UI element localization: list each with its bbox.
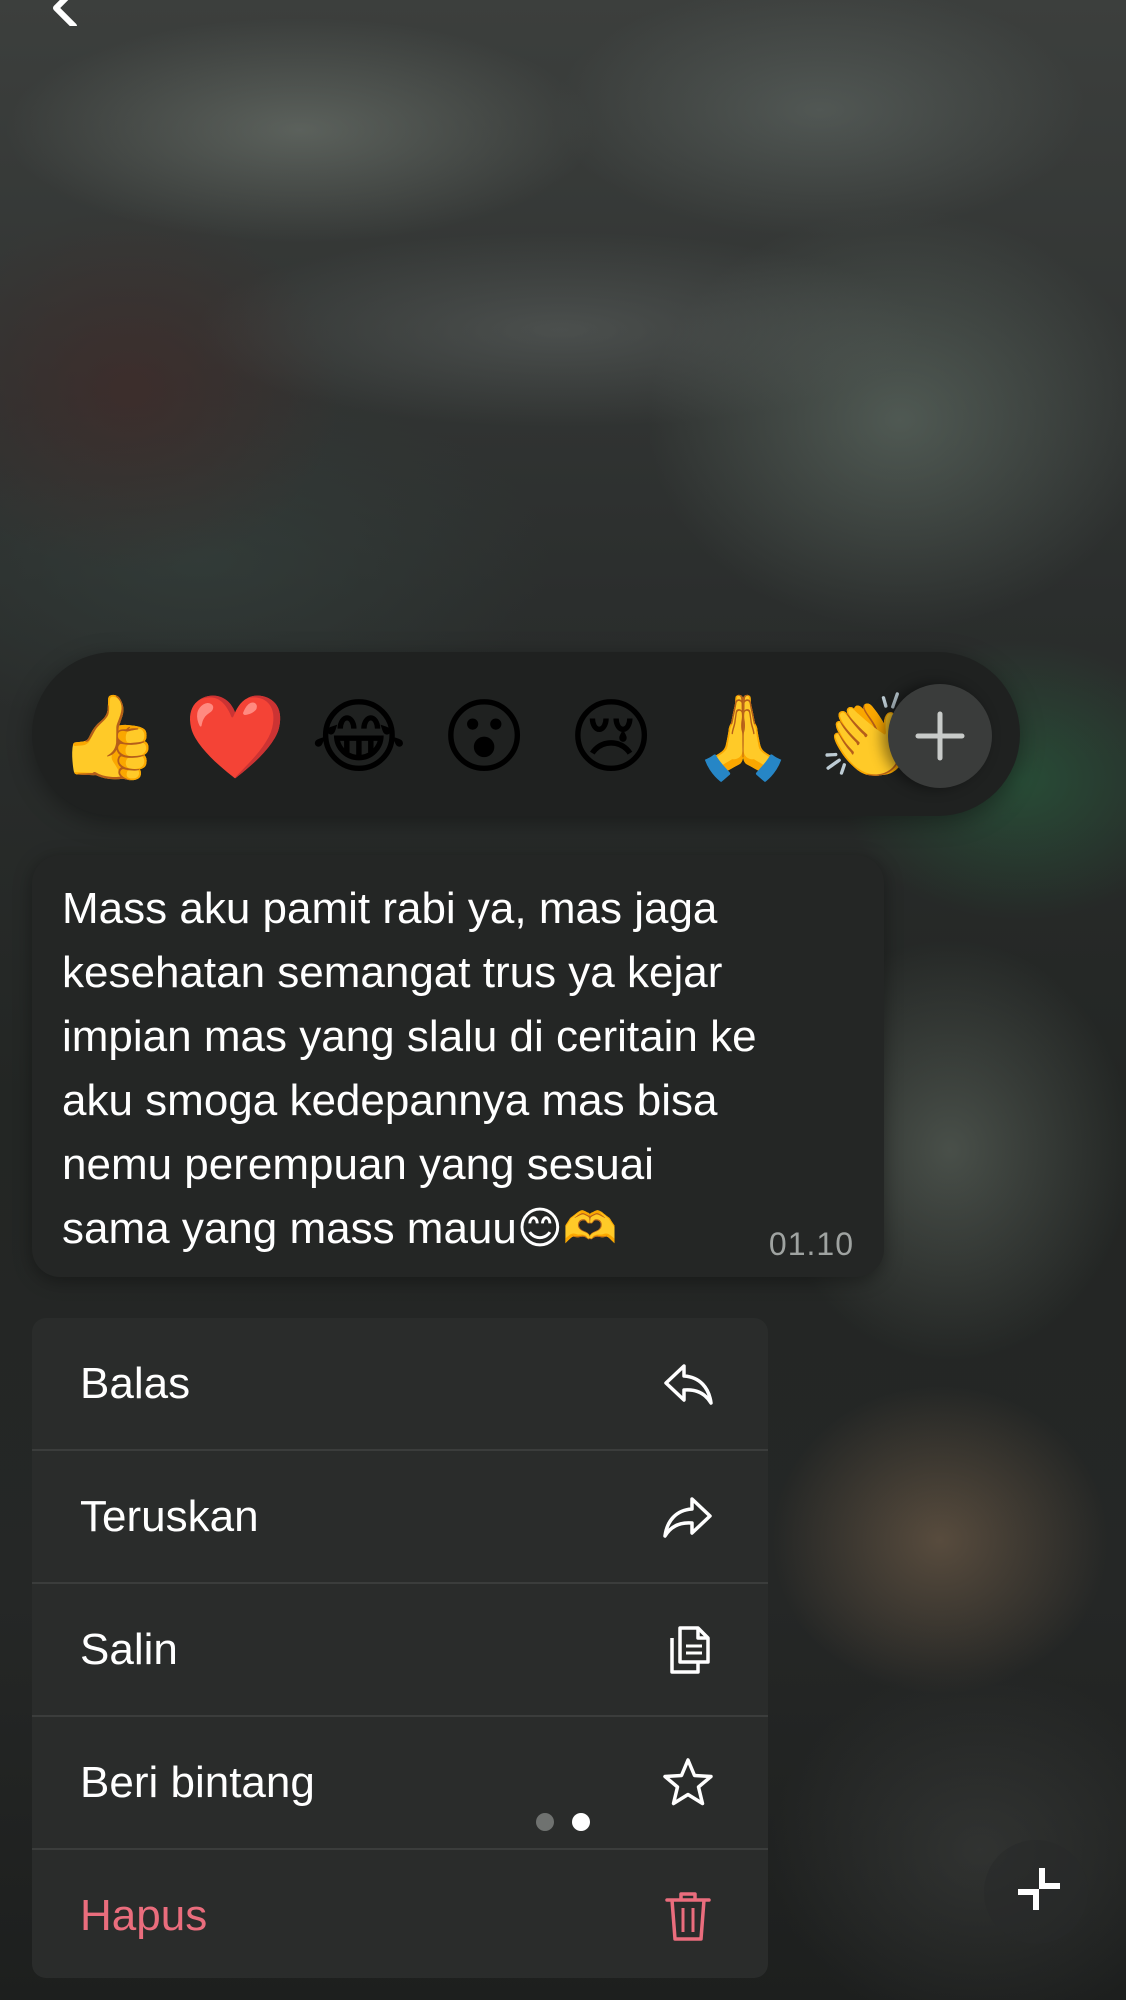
star-icon bbox=[663, 1758, 713, 1806]
reaction-bar: 👍 ❤️ 😂 😮 😢 🙏 👏 bbox=[32, 652, 1020, 816]
reply-icon bbox=[664, 1364, 713, 1405]
menu-item-label: Balas bbox=[80, 1359, 191, 1408]
message-timestamp: 01.10 bbox=[768, 1226, 854, 1262]
back-chevron-icon[interactable] bbox=[46, 0, 86, 26]
page-dot-2-active[interactable] bbox=[572, 1813, 590, 1831]
screen: 👍 ❤️ 😂 😮 😢 🙏 👏 Mass aku pamit rabi ya, m… bbox=[0, 0, 1126, 2000]
reaction-thumbs-up[interactable]: 👍 bbox=[58, 692, 160, 784]
menu-item-label: Teruskan bbox=[80, 1492, 259, 1541]
menu-item-label: Hapus bbox=[80, 1891, 208, 1940]
collapse-arrows-icon bbox=[1018, 1868, 1060, 1910]
context-menu: Balas Teruskan Salin Beri bintang Hapus bbox=[32, 1318, 768, 1978]
menu-item-reply[interactable]: Balas bbox=[32, 1318, 768, 1451]
page-indicator bbox=[536, 1813, 596, 1833]
menu-item-copy[interactable]: Salin bbox=[32, 1584, 768, 1717]
trash-icon bbox=[665, 1892, 711, 1941]
reaction-surprised[interactable]: 😮 bbox=[438, 692, 530, 784]
reaction-crying[interactable]: 😢 bbox=[565, 692, 657, 784]
page-dot-1[interactable] bbox=[536, 1813, 554, 1831]
collapse-button[interactable] bbox=[984, 1840, 1088, 1944]
message-text: Mass aku pamit rabi ya, mas jaga kesehat… bbox=[62, 884, 757, 1253]
copy-icon bbox=[670, 1626, 710, 1674]
menu-item-label: Beri bintang bbox=[80, 1758, 315, 1807]
menu-item-delete[interactable]: Hapus bbox=[32, 1850, 768, 1978]
reaction-heart[interactable]: ❤️ bbox=[184, 692, 286, 784]
reaction-laughing[interactable]: 😂 bbox=[311, 692, 407, 784]
menu-item-label: Salin bbox=[80, 1625, 178, 1674]
reaction-praying[interactable]: 🙏 bbox=[692, 692, 794, 784]
message-bubble[interactable]: Mass aku pamit rabi ya, mas jaga kesehat… bbox=[32, 855, 884, 1277]
menu-item-star[interactable]: Beri bintang bbox=[32, 1717, 768, 1850]
forward-icon bbox=[663, 1497, 712, 1538]
more-reactions-button[interactable] bbox=[888, 684, 992, 788]
plus-icon bbox=[915, 711, 965, 761]
menu-item-forward[interactable]: Teruskan bbox=[32, 1451, 768, 1584]
